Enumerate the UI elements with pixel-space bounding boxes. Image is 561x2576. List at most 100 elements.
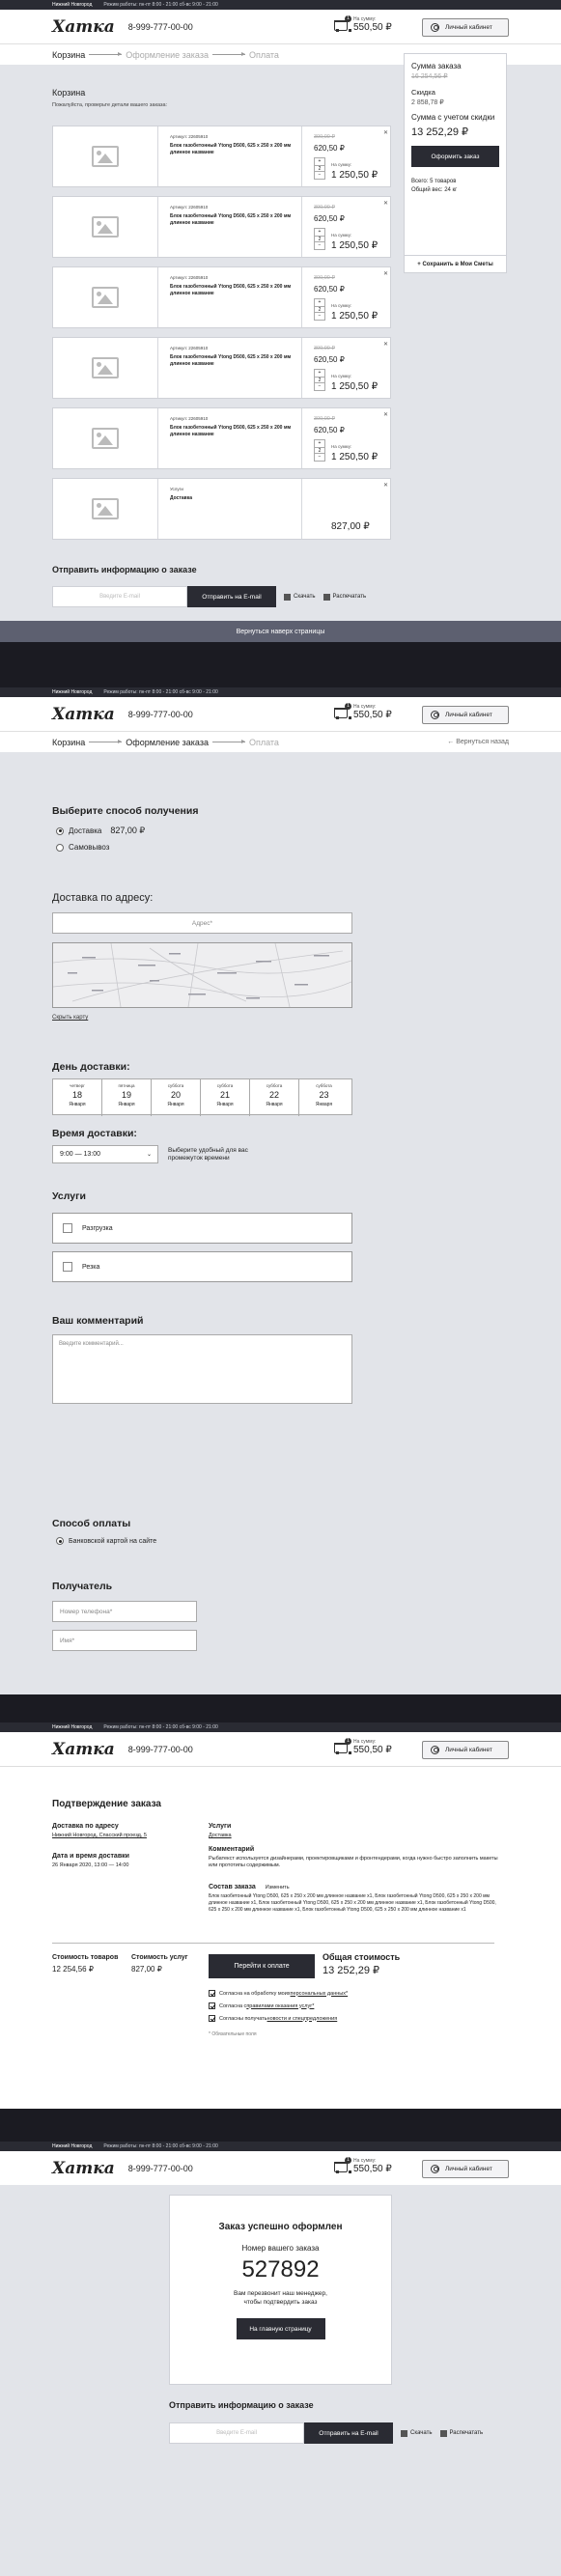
step-cart[interactable]: Корзина bbox=[52, 50, 85, 60]
consent-rules[interactable]: Согласна с правилами оказания услуг* bbox=[209, 2002, 314, 2009]
personal-cabinet-button[interactable]: Личный кабинет bbox=[422, 706, 509, 724]
pickup-radio[interactable]: Самовывоз bbox=[56, 843, 109, 852]
day-option[interactable]: четверг 18 Января bbox=[53, 1079, 102, 1116]
service-rules-link[interactable]: правилами оказания услуг* bbox=[246, 2003, 314, 2009]
checkbox-icon[interactable] bbox=[439, 2429, 447, 2437]
time-select[interactable]: 9:00 — 13:00 ⌄ bbox=[52, 1145, 158, 1163]
comment-textarea[interactable]: Введите комментарий... bbox=[52, 1334, 352, 1404]
day-option[interactable]: суббота 21 Января bbox=[201, 1079, 250, 1116]
service-cutting[interactable]: Резка bbox=[52, 1251, 352, 1282]
city-selector[interactable]: Нижний Новгород bbox=[52, 2143, 92, 2149]
quantity-stepper[interactable]: +2− bbox=[314, 439, 325, 462]
remove-item-icon[interactable]: ✕ bbox=[383, 270, 388, 277]
radio-icon[interactable] bbox=[56, 826, 64, 835]
checkbox-icon[interactable] bbox=[401, 2429, 407, 2437]
consent-personal-data[interactable]: Согласна на обработку моих персональных … bbox=[209, 1990, 348, 1997]
item-name[interactable]: Блок газобетонный Ytong D500, 625 х 250 … bbox=[170, 284, 295, 297]
send-email-button[interactable]: Отправить на E-mail bbox=[187, 586, 276, 607]
header-cart[interactable]: 1 На сумму: 550,50 ₽ bbox=[332, 2156, 392, 2174]
personal-cabinet-button[interactable]: Личный кабинет bbox=[422, 1741, 509, 1759]
city-selector[interactable]: Нижний Новгород bbox=[52, 1724, 92, 1730]
item-name[interactable]: Блок газобетонный Ytong D500, 625 х 250 … bbox=[170, 213, 295, 227]
quantity-stepper[interactable]: +2− bbox=[314, 228, 325, 250]
item-name[interactable]: Блок газобетонный Ytong D500, 625 х 250 … bbox=[170, 425, 295, 438]
print-option[interactable]: Распечатать bbox=[439, 2429, 483, 2437]
back-link[interactable]: ← Вернуться назад bbox=[447, 739, 509, 745]
quantity-stepper[interactable]: +2− bbox=[314, 298, 325, 321]
print-option[interactable]: Распечатать bbox=[323, 593, 366, 601]
remove-item-icon[interactable]: ✕ bbox=[383, 341, 388, 348]
item-qty[interactable]: 2 bbox=[315, 377, 324, 383]
remove-item-icon[interactable]: ✕ bbox=[383, 482, 388, 489]
item-qty[interactable]: 2 bbox=[315, 306, 324, 313]
phone-number[interactable]: 8-999-777-00-00 bbox=[128, 2164, 193, 2173]
item-qty[interactable]: 2 bbox=[315, 236, 324, 242]
plus-icon[interactable]: + bbox=[315, 370, 324, 377]
place-order-button[interactable]: Оформить заказ bbox=[411, 146, 499, 167]
phone-number[interactable]: 8-999-777-00-00 bbox=[128, 710, 193, 719]
card-payment-radio[interactable]: Банковской картой на сайте bbox=[56, 1537, 156, 1545]
header-cart[interactable]: 1 На сумму: 550,50 ₽ bbox=[332, 702, 392, 720]
plus-icon[interactable]: + bbox=[315, 158, 324, 165]
quantity-stepper[interactable]: +2− bbox=[314, 369, 325, 391]
radio-icon[interactable] bbox=[56, 1537, 64, 1545]
day-option[interactable]: суббота 20 Января bbox=[152, 1079, 201, 1116]
checkbox-icon[interactable] bbox=[63, 1223, 72, 1233]
remove-item-icon[interactable]: ✕ bbox=[383, 411, 388, 418]
minus-icon[interactable]: − bbox=[315, 454, 324, 461]
header-cart[interactable]: 1 На сумму: 550,50 ₽ bbox=[332, 14, 392, 33]
minus-icon[interactable]: − bbox=[315, 383, 324, 390]
save-estimate-button[interactable]: + Сохранить в Мои Сметы bbox=[405, 255, 506, 272]
back-to-top-button[interactable]: Вернуться наверх страницы bbox=[0, 621, 561, 642]
news-link[interactable]: новости и спецпредложения bbox=[267, 2016, 338, 2022]
download-option[interactable]: Скачать bbox=[284, 593, 316, 601]
checkbox-icon[interactable] bbox=[63, 1262, 72, 1272]
item-name[interactable]: Блок газобетонный Ytong D500, 625 х 250 … bbox=[170, 143, 295, 156]
edit-composition-link[interactable]: Изменить bbox=[266, 1885, 290, 1890]
phone-number[interactable]: 8-999-777-00-00 bbox=[128, 1745, 193, 1754]
email-input[interactable]: Введите E-mail bbox=[52, 586, 187, 607]
city-selector[interactable]: Нижний Новгород bbox=[52, 689, 92, 695]
item-name[interactable]: Блок газобетонный Ytong D500, 625 х 250 … bbox=[170, 354, 295, 368]
services-value[interactable]: Доставка bbox=[209, 1833, 498, 1838]
logo[interactable]: Хатка bbox=[52, 17, 115, 37]
name-input[interactable]: Имя* bbox=[52, 1630, 197, 1651]
address-input[interactable]: Адрес* bbox=[52, 912, 352, 934]
remove-item-icon[interactable]: ✕ bbox=[383, 129, 388, 136]
remove-item-icon[interactable]: ✕ bbox=[383, 200, 388, 207]
checkbox-icon[interactable] bbox=[209, 1990, 215, 1997]
minus-icon[interactable]: − bbox=[315, 313, 324, 320]
city-selector[interactable]: Нижний Новгород bbox=[52, 2, 92, 8]
day-option[interactable]: суббота 22 Января bbox=[250, 1079, 299, 1116]
address-value[interactable]: Нижний Новгород, Спасский проезд, 5 bbox=[52, 1833, 197, 1838]
home-button[interactable]: На главную страницу bbox=[236, 2318, 325, 2339]
header-cart[interactable]: 1 На сумму: 550,50 ₽ bbox=[332, 1737, 392, 1755]
hide-map-link[interactable]: Скрыть карту bbox=[52, 1015, 88, 1021]
plus-icon[interactable]: + bbox=[315, 229, 324, 236]
day-option[interactable]: суббота 23 Января bbox=[299, 1079, 349, 1116]
step-cart[interactable]: Корзина bbox=[52, 738, 85, 747]
minus-icon[interactable]: − bbox=[315, 242, 324, 249]
delivery-map[interactable] bbox=[52, 942, 352, 1008]
send-email-button[interactable]: Отправить на E-mail bbox=[304, 2422, 393, 2444]
checkbox-icon[interactable] bbox=[284, 593, 291, 601]
quantity-stepper[interactable]: +2− bbox=[314, 157, 325, 180]
consent-news[interactable]: Согласны получать новости и спецпредложе… bbox=[209, 2015, 337, 2022]
minus-icon[interactable]: − bbox=[315, 172, 324, 179]
logo[interactable]: Хатка bbox=[52, 2159, 115, 2178]
logo[interactable]: Хатка bbox=[52, 705, 115, 724]
item-qty[interactable]: 2 bbox=[315, 447, 324, 454]
plus-icon[interactable]: + bbox=[315, 299, 324, 306]
item-qty[interactable]: 2 bbox=[315, 165, 324, 172]
radio-icon[interactable] bbox=[56, 843, 64, 852]
plus-icon[interactable]: + bbox=[315, 440, 324, 447]
checkbox-icon[interactable] bbox=[323, 593, 330, 601]
day-option[interactable]: пятница 19 Января bbox=[102, 1079, 152, 1116]
phone-input[interactable]: Номер телефона* bbox=[52, 1601, 197, 1622]
email-input[interactable]: Введите E-mail bbox=[169, 2422, 304, 2444]
checkbox-icon[interactable] bbox=[209, 2002, 215, 2009]
go-to-payment-button[interactable]: Перейти к оплате bbox=[209, 1954, 315, 1978]
personal-cabinet-button[interactable]: Личный кабинет bbox=[422, 2160, 509, 2178]
service-unloading[interactable]: Разгрузка bbox=[52, 1213, 352, 1244]
phone-number[interactable]: 8-999-777-00-00 bbox=[128, 22, 193, 32]
